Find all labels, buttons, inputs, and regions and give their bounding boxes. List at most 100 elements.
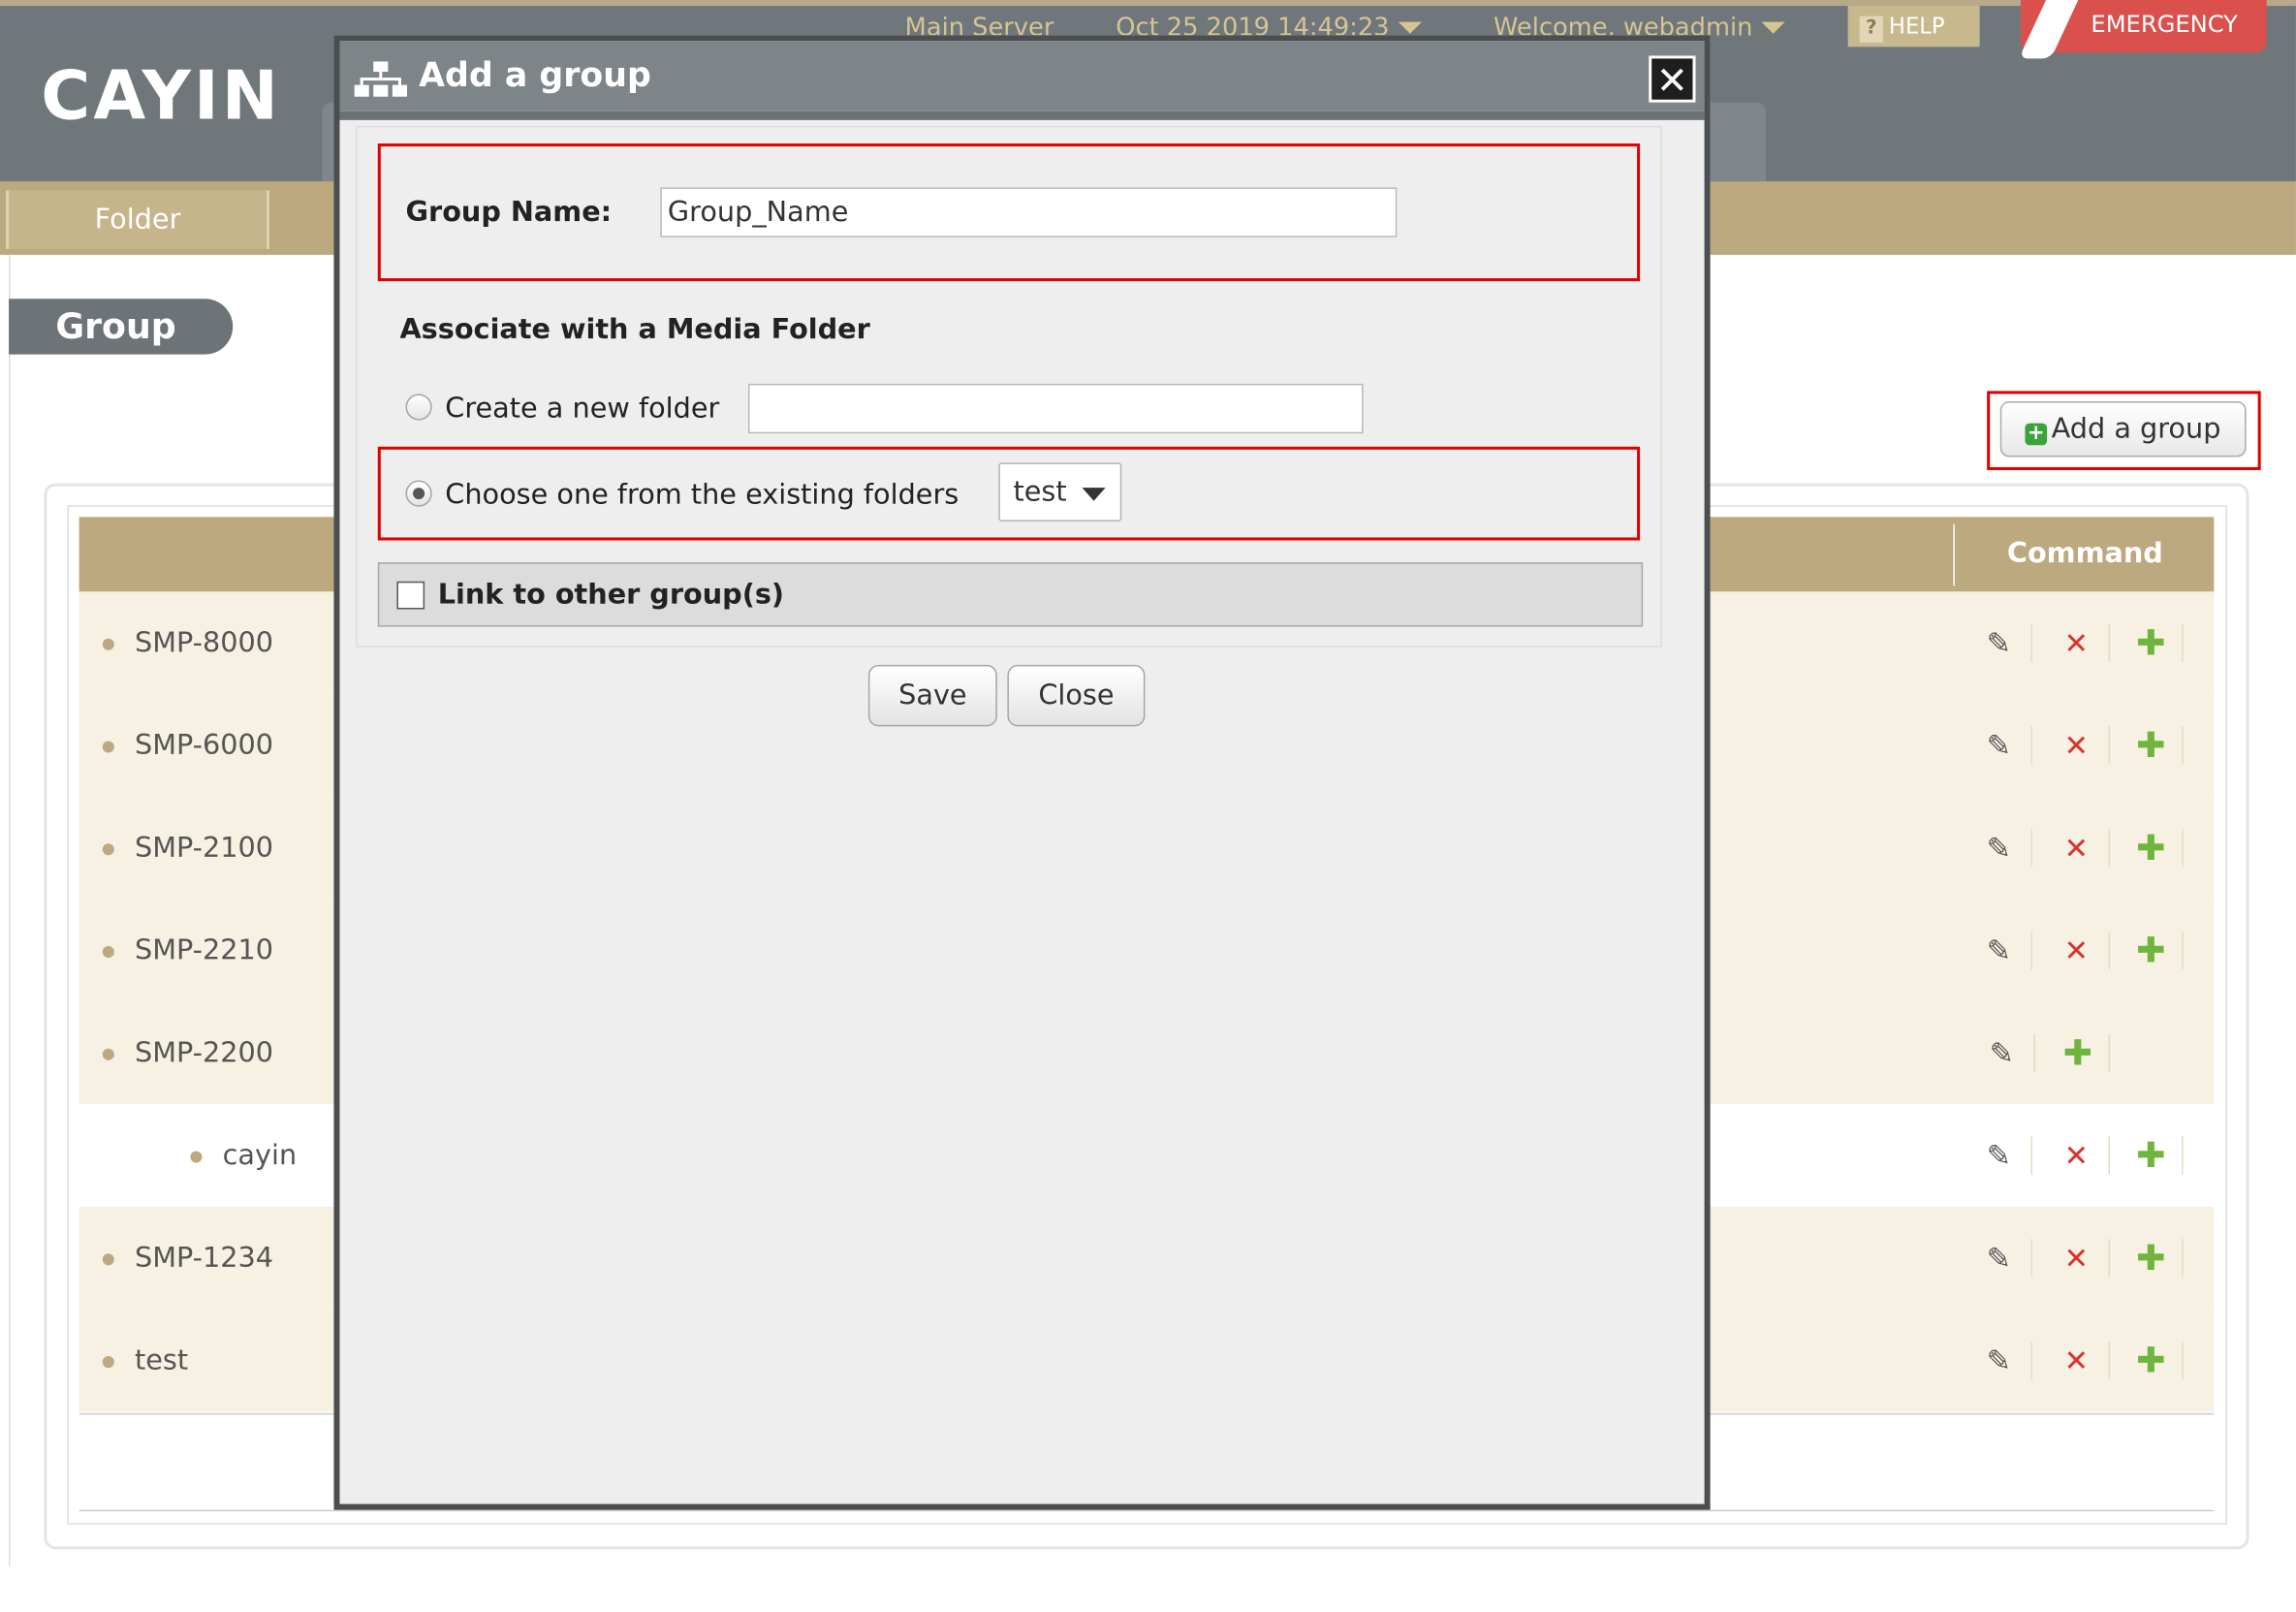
add-subgroup-icon[interactable]: ✚ xyxy=(2133,621,2168,665)
command-divider xyxy=(2108,1239,2111,1278)
associate-folder-heading: Associate with a Media Folder xyxy=(399,313,870,346)
add-group-button[interactable]: + Add a group xyxy=(1999,400,2247,458)
table-divider xyxy=(79,1509,2215,1512)
header-divider xyxy=(1953,523,1955,586)
help-label: HELP xyxy=(1888,13,1945,40)
group-name[interactable]: SMP-2210 xyxy=(135,932,273,969)
page-border xyxy=(9,254,11,1567)
dialog-divider xyxy=(339,111,1705,120)
close-button[interactable]: Close xyxy=(1007,664,1146,727)
command-divider xyxy=(2182,726,2184,765)
command-divider xyxy=(2108,1136,2111,1175)
add-subgroup-icon[interactable]: ✚ xyxy=(2060,1031,2095,1075)
existing-folder-value: test xyxy=(1013,476,1067,509)
command-divider xyxy=(2108,1341,2111,1380)
add-group-label: Add a group xyxy=(2051,413,2221,446)
dialog-titlebar[interactable]: Add a group ✕ xyxy=(339,41,1705,111)
bullet-icon xyxy=(190,1151,203,1163)
command-divider xyxy=(2182,1136,2184,1175)
existing-folder-radio[interactable] xyxy=(405,480,432,507)
group-tree-icon xyxy=(354,61,408,97)
delete-icon[interactable]: ✕ xyxy=(2059,929,2093,972)
delete-icon[interactable]: ✕ xyxy=(2059,1133,2093,1177)
edit-icon[interactable]: ✎ xyxy=(1981,1339,2016,1382)
group-name[interactable]: test xyxy=(135,1342,188,1379)
delete-icon[interactable]: ✕ xyxy=(2059,723,2093,767)
existing-folder-select[interactable]: test xyxy=(998,462,1122,522)
link-groups-checkbox[interactable] xyxy=(396,581,425,610)
group-name[interactable]: SMP-8000 xyxy=(135,624,273,662)
group-name[interactable]: SMP-2100 xyxy=(135,829,273,867)
chevron-down-icon xyxy=(1082,488,1106,501)
cayin-logo: CAYIN xyxy=(41,55,281,135)
delete-icon[interactable]: ✕ xyxy=(2059,621,2093,665)
edit-icon[interactable]: ✎ xyxy=(1981,929,2016,972)
command-divider xyxy=(2030,1136,2032,1175)
group-name-input[interactable] xyxy=(660,187,1398,237)
bullet-icon xyxy=(102,843,114,856)
command-divider xyxy=(2030,1341,2032,1380)
create-folder-label: Create a new folder xyxy=(445,392,720,426)
delete-icon[interactable]: ✕ xyxy=(2059,1236,2093,1280)
save-button[interactable]: Save xyxy=(867,664,997,727)
command-divider xyxy=(2182,1341,2184,1380)
command-divider xyxy=(2108,829,2111,868)
emergency-icon xyxy=(2018,0,2079,59)
dialog-title: Add a group xyxy=(419,56,651,96)
add-subgroup-icon[interactable]: ✚ xyxy=(2133,1339,2168,1382)
group-name[interactable]: SMP-6000 xyxy=(135,726,273,764)
edit-icon[interactable]: ✎ xyxy=(1981,1133,2016,1177)
edit-icon[interactable]: ✎ xyxy=(1981,826,2016,869)
command-divider xyxy=(2033,1033,2036,1072)
page-root: CAYIN Main Server Oct 25 2019 14:49:23 W… xyxy=(0,0,2296,1611)
add-subgroup-icon[interactable]: ✚ xyxy=(2133,1236,2168,1280)
command-divider xyxy=(2030,1239,2032,1278)
edit-icon[interactable]: ✎ xyxy=(1981,621,2016,665)
tab-folder[interactable]: Folder xyxy=(6,190,269,249)
group-name[interactable]: SMP-1234 xyxy=(135,1239,273,1277)
create-folder-radio[interactable] xyxy=(405,394,432,421)
command-divider xyxy=(2182,623,2184,662)
plus-icon: + xyxy=(2025,423,2048,446)
existing-folder-label: Choose one from the existing folders xyxy=(445,479,959,512)
add-group-dialog: Add a group ✕ Group Name: Associate with… xyxy=(333,35,1711,1510)
link-groups-bar: Link to other group(s) xyxy=(377,562,1644,627)
emergency-label: EMERGENCY xyxy=(2091,10,2238,39)
chevron-down-icon xyxy=(1761,21,1785,34)
command-divider xyxy=(2182,1239,2184,1278)
group-name-label: Group Name: xyxy=(405,196,613,229)
page-title: Group xyxy=(9,299,234,355)
add-subgroup-icon[interactable]: ✚ xyxy=(2133,929,2168,972)
group-form: Group Name: Associate with a Media Folde… xyxy=(356,125,1662,648)
new-folder-input[interactable] xyxy=(748,383,1364,434)
add-subgroup-icon[interactable]: ✚ xyxy=(2133,826,2168,869)
bullet-icon xyxy=(102,1253,114,1266)
delete-icon[interactable]: ✕ xyxy=(2059,826,2093,869)
bullet-icon xyxy=(102,741,114,753)
chevron-down-icon xyxy=(1398,21,1422,34)
command-divider xyxy=(2030,623,2032,662)
emergency-button[interactable]: EMERGENCY xyxy=(2018,0,2267,59)
command-divider xyxy=(2030,829,2032,868)
bullet-icon xyxy=(102,638,114,650)
command-column-header: Command xyxy=(2006,537,2163,570)
group-name[interactable]: SMP-2200 xyxy=(135,1034,273,1072)
link-groups-label: Link to other group(s) xyxy=(437,578,785,612)
command-divider xyxy=(2108,1033,2111,1072)
edit-icon[interactable]: ✎ xyxy=(1984,1031,2019,1075)
help-button[interactable]: ? HELP xyxy=(1847,6,1980,47)
bullet-icon xyxy=(102,1048,114,1060)
command-divider xyxy=(2108,726,2111,765)
command-divider xyxy=(2182,829,2184,868)
delete-icon[interactable]: ✕ xyxy=(2059,1339,2093,1382)
add-subgroup-icon[interactable]: ✚ xyxy=(2133,723,2168,767)
command-divider xyxy=(2108,623,2111,662)
close-icon[interactable]: ✕ xyxy=(1649,55,1696,104)
edit-icon[interactable]: ✎ xyxy=(1981,1236,2016,1280)
bullet-icon xyxy=(102,1356,114,1369)
command-divider xyxy=(2182,931,2184,970)
edit-icon[interactable]: ✎ xyxy=(1981,723,2016,767)
command-divider xyxy=(2030,931,2032,970)
add-subgroup-icon[interactable]: ✚ xyxy=(2133,1133,2168,1177)
group-name[interactable]: cayin xyxy=(223,1136,298,1174)
